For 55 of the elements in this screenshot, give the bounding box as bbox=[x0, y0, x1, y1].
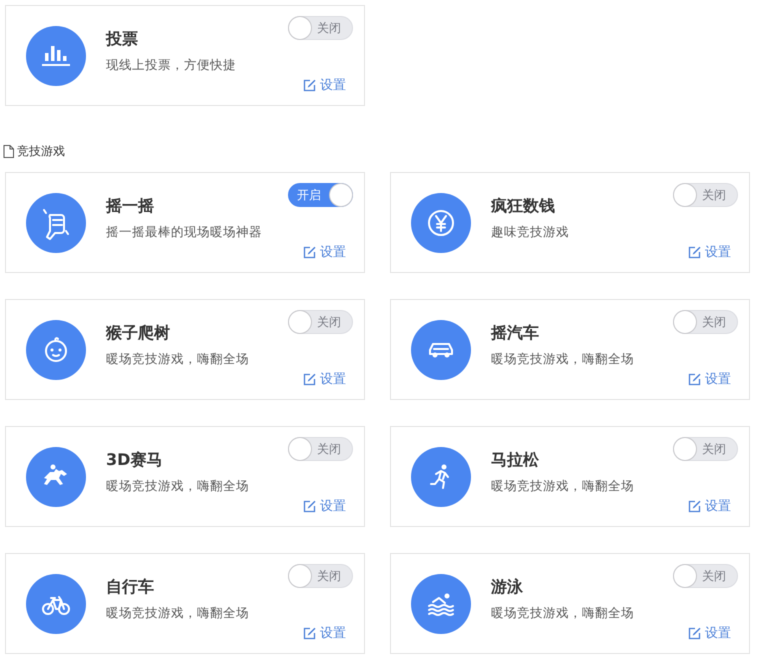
card-title: 猴子爬树 bbox=[106, 323, 171, 344]
card-title: 疯狂数钱 bbox=[491, 196, 556, 217]
horse-rider-icon bbox=[26, 446, 86, 506]
card-description: 暖场竞技游戏，嗨翻全场 bbox=[491, 605, 634, 622]
card-description: 暖场竞技游戏，嗨翻全场 bbox=[491, 351, 634, 368]
toggle-switch[interactable]: 关闭 bbox=[673, 564, 738, 588]
card-title: 游泳 bbox=[491, 577, 524, 598]
document-icon bbox=[3, 145, 14, 158]
card-description: 暖场竞技游戏，嗨翻全场 bbox=[106, 478, 249, 495]
card-title: 摇汽车 bbox=[491, 323, 540, 344]
runner-icon bbox=[411, 446, 471, 506]
card-title: 摇一摇 bbox=[106, 196, 155, 217]
edit-icon bbox=[688, 372, 701, 386]
card-description: 暖场竞技游戏，嗨翻全场 bbox=[106, 351, 249, 368]
card-title: 3D赛马 bbox=[106, 450, 164, 471]
edit-icon bbox=[303, 626, 316, 640]
toggle-switch[interactable]: 关闭 bbox=[673, 437, 738, 461]
edit-icon bbox=[303, 78, 316, 92]
card-description: 暖场竞技游戏，嗨翻全场 bbox=[491, 478, 634, 495]
toggle-switch[interactable]: 关闭 bbox=[288, 310, 353, 334]
card-description: 趣味竞技游戏 bbox=[491, 224, 569, 241]
bar-chart-icon bbox=[26, 26, 86, 86]
edit-icon bbox=[303, 372, 316, 386]
toggle-switch[interactable]: 关闭 bbox=[288, 437, 353, 461]
edit-icon bbox=[688, 246, 701, 258]
baby-face-icon bbox=[26, 320, 86, 380]
edit-icon bbox=[688, 500, 701, 512]
settings-link[interactable]: 设置 bbox=[303, 76, 346, 94]
settings-link[interactable]: 设置 bbox=[688, 624, 731, 642]
settings-link[interactable]: 设置 bbox=[303, 370, 346, 388]
toggle-switch[interactable]: 关闭 bbox=[673, 183, 738, 207]
settings-link[interactable]: 设置 bbox=[688, 497, 731, 515]
edit-icon bbox=[303, 246, 316, 258]
card-description: 暖场竞技游戏，嗨翻全场 bbox=[106, 605, 249, 622]
settings-link[interactable]: 设置 bbox=[688, 370, 731, 388]
swimmer-icon bbox=[411, 574, 471, 634]
card-title: 自行车 bbox=[106, 577, 155, 598]
toggle-switch[interactable]: 关闭 bbox=[288, 564, 353, 588]
bicycle-icon bbox=[26, 574, 86, 634]
card-description: 现线上投票，方便快捷 bbox=[106, 57, 236, 74]
edit-icon bbox=[303, 500, 316, 512]
section-title: 竞技游戏 bbox=[17, 143, 65, 160]
settings-link[interactable]: 设置 bbox=[303, 624, 346, 642]
toggle-switch[interactable]: 关闭 bbox=[288, 16, 353, 40]
yen-coin-icon bbox=[411, 192, 471, 252]
toggle-switch[interactable]: 关闭 bbox=[673, 310, 738, 334]
edit-icon bbox=[688, 626, 701, 640]
car-icon bbox=[411, 320, 471, 380]
card-title: 马拉松 bbox=[491, 450, 540, 471]
card-description: 摇一摇最棒的现场暖场神器 bbox=[106, 224, 262, 241]
card-title: 投票 bbox=[106, 29, 139, 50]
toggle-switch[interactable]: 开启 bbox=[288, 183, 353, 207]
settings-link[interactable]: 设置 bbox=[303, 243, 346, 261]
settings-link[interactable]: 设置 bbox=[303, 497, 346, 515]
settings-link[interactable]: 设置 bbox=[688, 243, 731, 261]
